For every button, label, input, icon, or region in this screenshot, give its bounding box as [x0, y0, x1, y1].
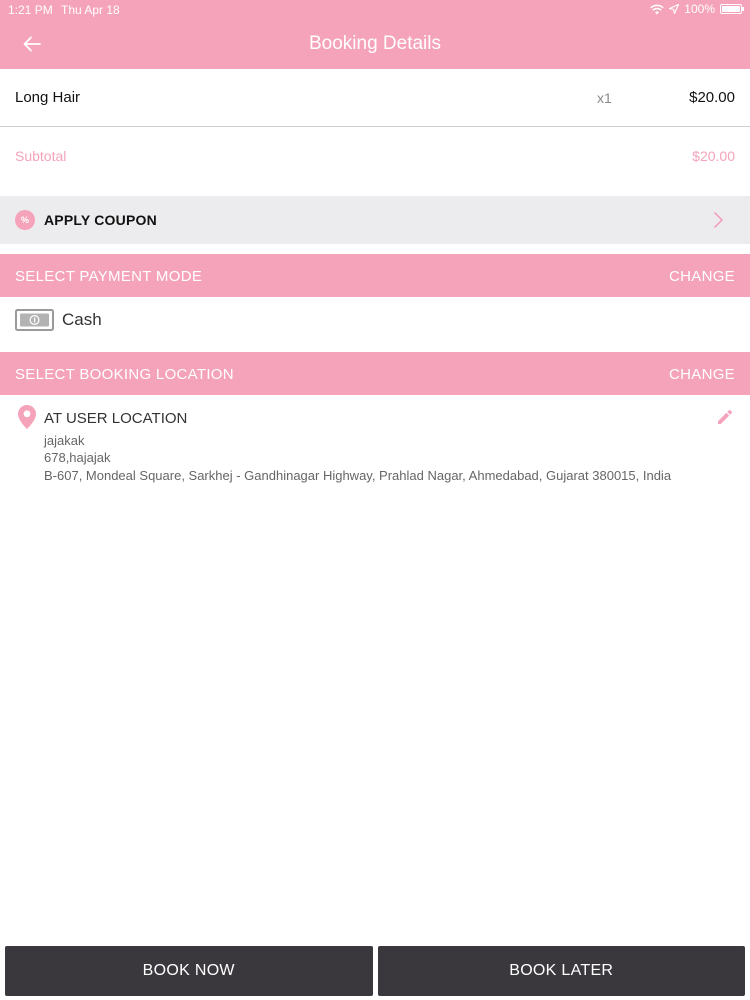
apply-coupon-label: APPLY COUPON: [44, 212, 157, 228]
payment-mode-title: SELECT PAYMENT MODE: [15, 268, 203, 285]
payment-method-label: Cash: [62, 310, 102, 329]
location-address: B-607, Mondeal Square, Sarkhej - Gandhin…: [44, 468, 672, 483]
booking-item-row: Long Hair x1 $20.00: [0, 69, 750, 127]
change-location-button[interactable]: CHANGE: [669, 366, 735, 383]
coupon-percent-icon: %: [15, 210, 35, 230]
status-date: Thu Apr 18: [61, 3, 120, 17]
status-time: 1:21 PM: [8, 3, 53, 17]
booking-location-header: SELECT BOOKING LOCATION CHANGE: [0, 352, 750, 395]
wifi-icon: [650, 4, 665, 14]
item-quantity: x1: [597, 90, 612, 106]
subtotal-label: Subtotal: [15, 148, 67, 164]
location-type: AT USER LOCATION: [44, 410, 188, 427]
battery-icon: [720, 4, 744, 14]
location-arrow-icon: [669, 4, 680, 14]
book-now-button[interactable]: BOOK NOW: [5, 946, 373, 996]
subtotal-value: $20.00: [692, 148, 735, 164]
status-bar: 1:21 PM Thu Apr 18 100%: [0, 0, 750, 20]
chevron-right-icon: [714, 212, 723, 228]
cash-icon: [15, 309, 54, 331]
location-house: 678,hajajak: [44, 450, 111, 465]
navigation-bar: Booking Details: [0, 20, 750, 69]
battery-percentage: 100%: [684, 2, 715, 16]
payment-mode-header: SELECT PAYMENT MODE CHANGE: [0, 254, 750, 297]
location-pin-icon: [18, 405, 36, 429]
book-later-button[interactable]: BOOK LATER: [377, 946, 745, 996]
item-price: $20.00: [689, 89, 735, 106]
edit-pencil-icon[interactable]: [716, 408, 734, 426]
booking-actions: BOOK NOW BOOK LATER: [0, 944, 750, 1000]
subtotal-row: Subtotal $20.00: [0, 128, 750, 195]
location-contact-name: jajakak: [44, 433, 85, 448]
booking-location-details: AT USER LOCATION jajakak 678,hajajak B-6…: [0, 395, 750, 495]
payment-method-row: Cash: [0, 297, 750, 352]
status-indicators: 100%: [650, 2, 744, 16]
change-payment-button[interactable]: CHANGE: [669, 268, 735, 285]
page-title: Booking Details: [308, 33, 442, 54]
apply-coupon-row[interactable]: % APPLY COUPON: [0, 196, 750, 244]
booking-location-title: SELECT BOOKING LOCATION: [15, 366, 234, 383]
item-name: Long Hair: [15, 89, 81, 106]
